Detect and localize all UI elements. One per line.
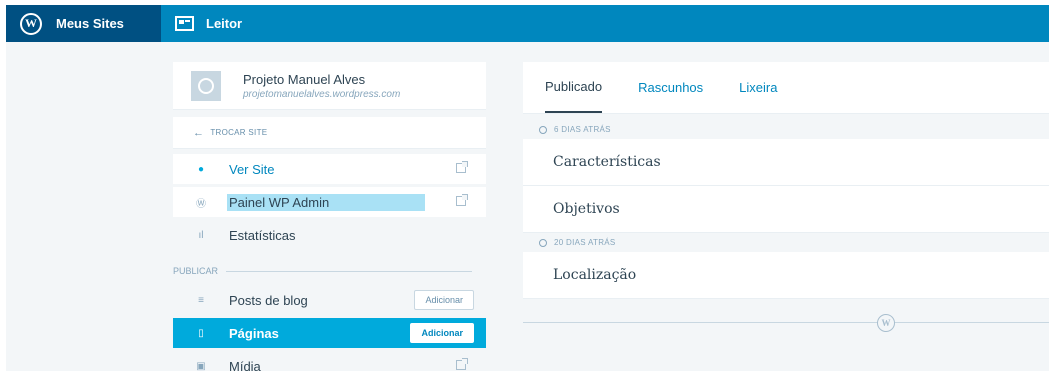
- reader-icon: [175, 16, 194, 31]
- group-heading: 20 DIAS ATRÁS: [523, 233, 1049, 252]
- stats-label: Estatísticas: [229, 227, 296, 243]
- masterbar: W Meus Sites Leitor: [6, 5, 1049, 42]
- pages-panel: Publicado Rascunhos Lixeira 6 DIAS ATRÁS…: [523, 62, 1049, 362]
- app-body: Projeto Manuel Alves projetomanuelalves.…: [6, 42, 1049, 371]
- media-label: Mídia: [229, 358, 261, 371]
- add-post-button[interactable]: Adicionar: [414, 290, 474, 310]
- section-publish-label: PUBLICAR: [173, 266, 219, 276]
- external-link-icon: [456, 161, 468, 173]
- sidebar-item-view-site[interactable]: ● Ver Site: [173, 154, 486, 184]
- sidebar-item-posts[interactable]: ≡ Posts de blog Adicionar: [173, 285, 486, 315]
- page-title: Características: [553, 154, 661, 170]
- wp-admin-label: Painel WP Admin: [227, 193, 426, 211]
- sidebar-item-media[interactable]: ▣ Mídia: [173, 351, 486, 371]
- page-title: Localização: [553, 267, 637, 283]
- current-site-card[interactable]: Projeto Manuel Alves projetomanuelalves.…: [173, 62, 486, 110]
- pages-label: Páginas: [229, 325, 279, 341]
- group-heading: 6 DIAS ATRÁS: [523, 120, 1049, 139]
- view-site-label: Ver Site: [229, 161, 275, 177]
- wordpress-logo-icon: W: [877, 314, 895, 332]
- external-link-icon: [456, 358, 468, 370]
- page-row[interactable]: Objetivos: [523, 186, 1049, 233]
- my-sites-button[interactable]: W Meus Sites: [6, 5, 161, 42]
- reader-button[interactable]: Leitor: [161, 5, 256, 42]
- tab-drafts[interactable]: Rascunhos: [638, 62, 703, 113]
- page-row[interactable]: Localização: [523, 252, 1049, 299]
- page-title: Objetivos: [553, 201, 620, 217]
- posts-label: Posts de blog: [229, 292, 308, 308]
- switch-site-button[interactable]: ← TROCAR SITE: [173, 117, 486, 149]
- wordpress-logo-icon: W: [20, 12, 42, 35]
- my-sites-label: Meus Sites: [56, 16, 124, 31]
- switch-site-label: TROCAR SITE: [210, 128, 268, 137]
- footer-divider: [523, 322, 1049, 323]
- section-publish-heading: PUBLICAR: [173, 264, 486, 278]
- group-label: 20 DIAS ATRÁS: [554, 238, 616, 247]
- sidebar-item-stats[interactable]: ıl Estatísticas: [173, 220, 486, 250]
- tab-trash[interactable]: Lixeira: [739, 62, 777, 113]
- globe-icon: [191, 70, 221, 101]
- sidebar: Projeto Manuel Alves projetomanuelalves.…: [173, 42, 486, 371]
- posts-icon: ≡: [198, 294, 204, 306]
- site-name: Projeto Manuel Alves: [243, 71, 366, 87]
- media-icon: ▣: [196, 360, 206, 371]
- external-link-icon: [456, 194, 468, 206]
- clock-icon: [539, 238, 547, 247]
- site-url: projetomanuelalves.wordpress.com: [243, 88, 401, 100]
- page-row[interactable]: Características: [523, 139, 1049, 186]
- sidebar-item-pages[interactable]: ▯ Páginas Adicionar: [173, 318, 486, 348]
- sidebar-item-wp-admin[interactable]: Ⓦ Painel WP Admin: [173, 187, 486, 217]
- tab-published[interactable]: Publicado: [545, 62, 603, 113]
- pages-icon: ▯: [198, 327, 204, 339]
- group-label: 6 DIAS ATRÁS: [554, 125, 611, 134]
- wordpress-icon: Ⓦ: [196, 198, 206, 210]
- stats-icon: ıl: [198, 229, 204, 241]
- reader-label: Leitor: [206, 16, 243, 31]
- clock-icon: [539, 125, 547, 134]
- add-page-button[interactable]: Adicionar: [410, 323, 474, 343]
- arrow-left-icon: ←: [193, 126, 205, 139]
- globe-icon: ●: [197, 163, 205, 175]
- status-tabs: Publicado Rascunhos Lixeira: [523, 62, 1049, 114]
